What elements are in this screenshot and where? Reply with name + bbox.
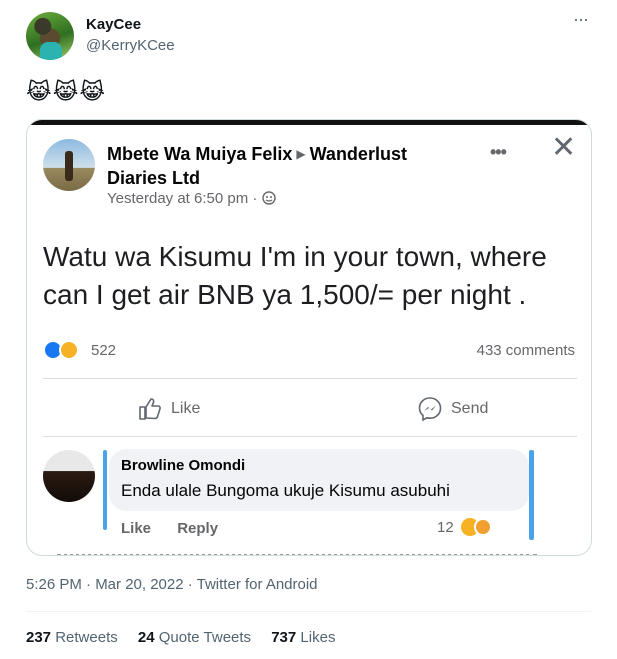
post-more-icon: •••: [490, 142, 507, 162]
haha-reaction-icon: [59, 340, 79, 360]
comment-like-label: Like: [121, 520, 152, 537]
tweet-text: 😹😹😹: [26, 79, 107, 104]
comment-bubble: Browline Omondi Enda ulale Bungoma ukuje…: [109, 449, 529, 511]
divider: [43, 436, 577, 437]
annotation-mark: [529, 450, 534, 540]
comment-author-avatar: [43, 450, 95, 502]
handle[interactable]: @KerryKCee: [86, 37, 175, 54]
reaction-count: 522: [91, 342, 117, 359]
tweet-timestamp[interactable]: 5:26 PM · Mar 20, 2022 · Twitter for And…: [26, 576, 318, 593]
likes-count: 737: [271, 629, 297, 646]
comment-reaction-count: 12: [437, 519, 454, 536]
post-text: Watu wa Kisumu I'm in your town, where c…: [43, 241, 547, 310]
post-time-text: Yesterday at 6:50 pm ·: [107, 190, 258, 207]
image-top-bar: [27, 120, 591, 125]
comment-reply-label: Reply: [177, 520, 219, 537]
attached-image[interactable]: Mbete Wa Muiya Felix ▶ Wanderlust Diaries …: [26, 119, 592, 556]
quote-tweets-count: 24: [137, 629, 155, 646]
like-icon: [139, 398, 161, 420]
cut-off-text: [57, 548, 557, 555]
like-label: Like: [171, 400, 201, 417]
annotation-mark: [103, 450, 107, 530]
post-author-name: Mbete Wa Muiya Felix: [107, 144, 293, 164]
quote-tweets-stat[interactable]: 24 Quote Tweets: [138, 629, 251, 646]
tweet: KayCee @KerryKCee ··· 😹😹😹 Mbete Wa Muiya…: [0, 0, 617, 659]
wow-reaction-icon: [473, 518, 492, 536]
globe-icon: [261, 191, 276, 205]
send-action: Send: [417, 396, 488, 422]
comment-reactions: 12: [437, 518, 492, 536]
likes-label: Likes: [300, 629, 336, 646]
like-action: Like: [137, 396, 200, 422]
avatar[interactable]: [26, 12, 74, 60]
divider: [26, 611, 591, 612]
more-icon[interactable]: ···: [573, 10, 589, 28]
messenger-icon: [418, 397, 442, 422]
post-author-line: Mbete Wa Muiya Felix ▶ Wanderlust Diaries …: [107, 142, 437, 190]
quote-tweets-label: Quote Tweets: [158, 629, 252, 646]
arrow-right-icon: ▶: [296, 147, 306, 161]
close-icon: ✕: [551, 131, 577, 164]
engagement-stats: 237 Retweets 24 Quote Tweets 737 Likes: [26, 629, 351, 646]
retweets-label: Retweets: [55, 629, 118, 646]
likes-stat[interactable]: 737 Likes: [271, 629, 335, 646]
retweets-stat[interactable]: 237 Retweets: [26, 629, 118, 646]
divider: [43, 378, 577, 379]
send-label: Send: [451, 400, 489, 417]
display-name[interactable]: KayCee: [86, 16, 141, 33]
comment-text: Enda ulale Bungoma ukuje Kisumu asubuhi: [121, 481, 450, 500]
comment-author-name: Browline Omondi: [121, 457, 246, 474]
comment-actions: Like Reply: [121, 520, 240, 537]
retweets-count: 237: [26, 629, 52, 646]
post-author-avatar: [43, 139, 95, 191]
comments-count: 433 comments: [476, 342, 575, 359]
post-time: Yesterday at 6:50 pm ·: [107, 190, 276, 207]
